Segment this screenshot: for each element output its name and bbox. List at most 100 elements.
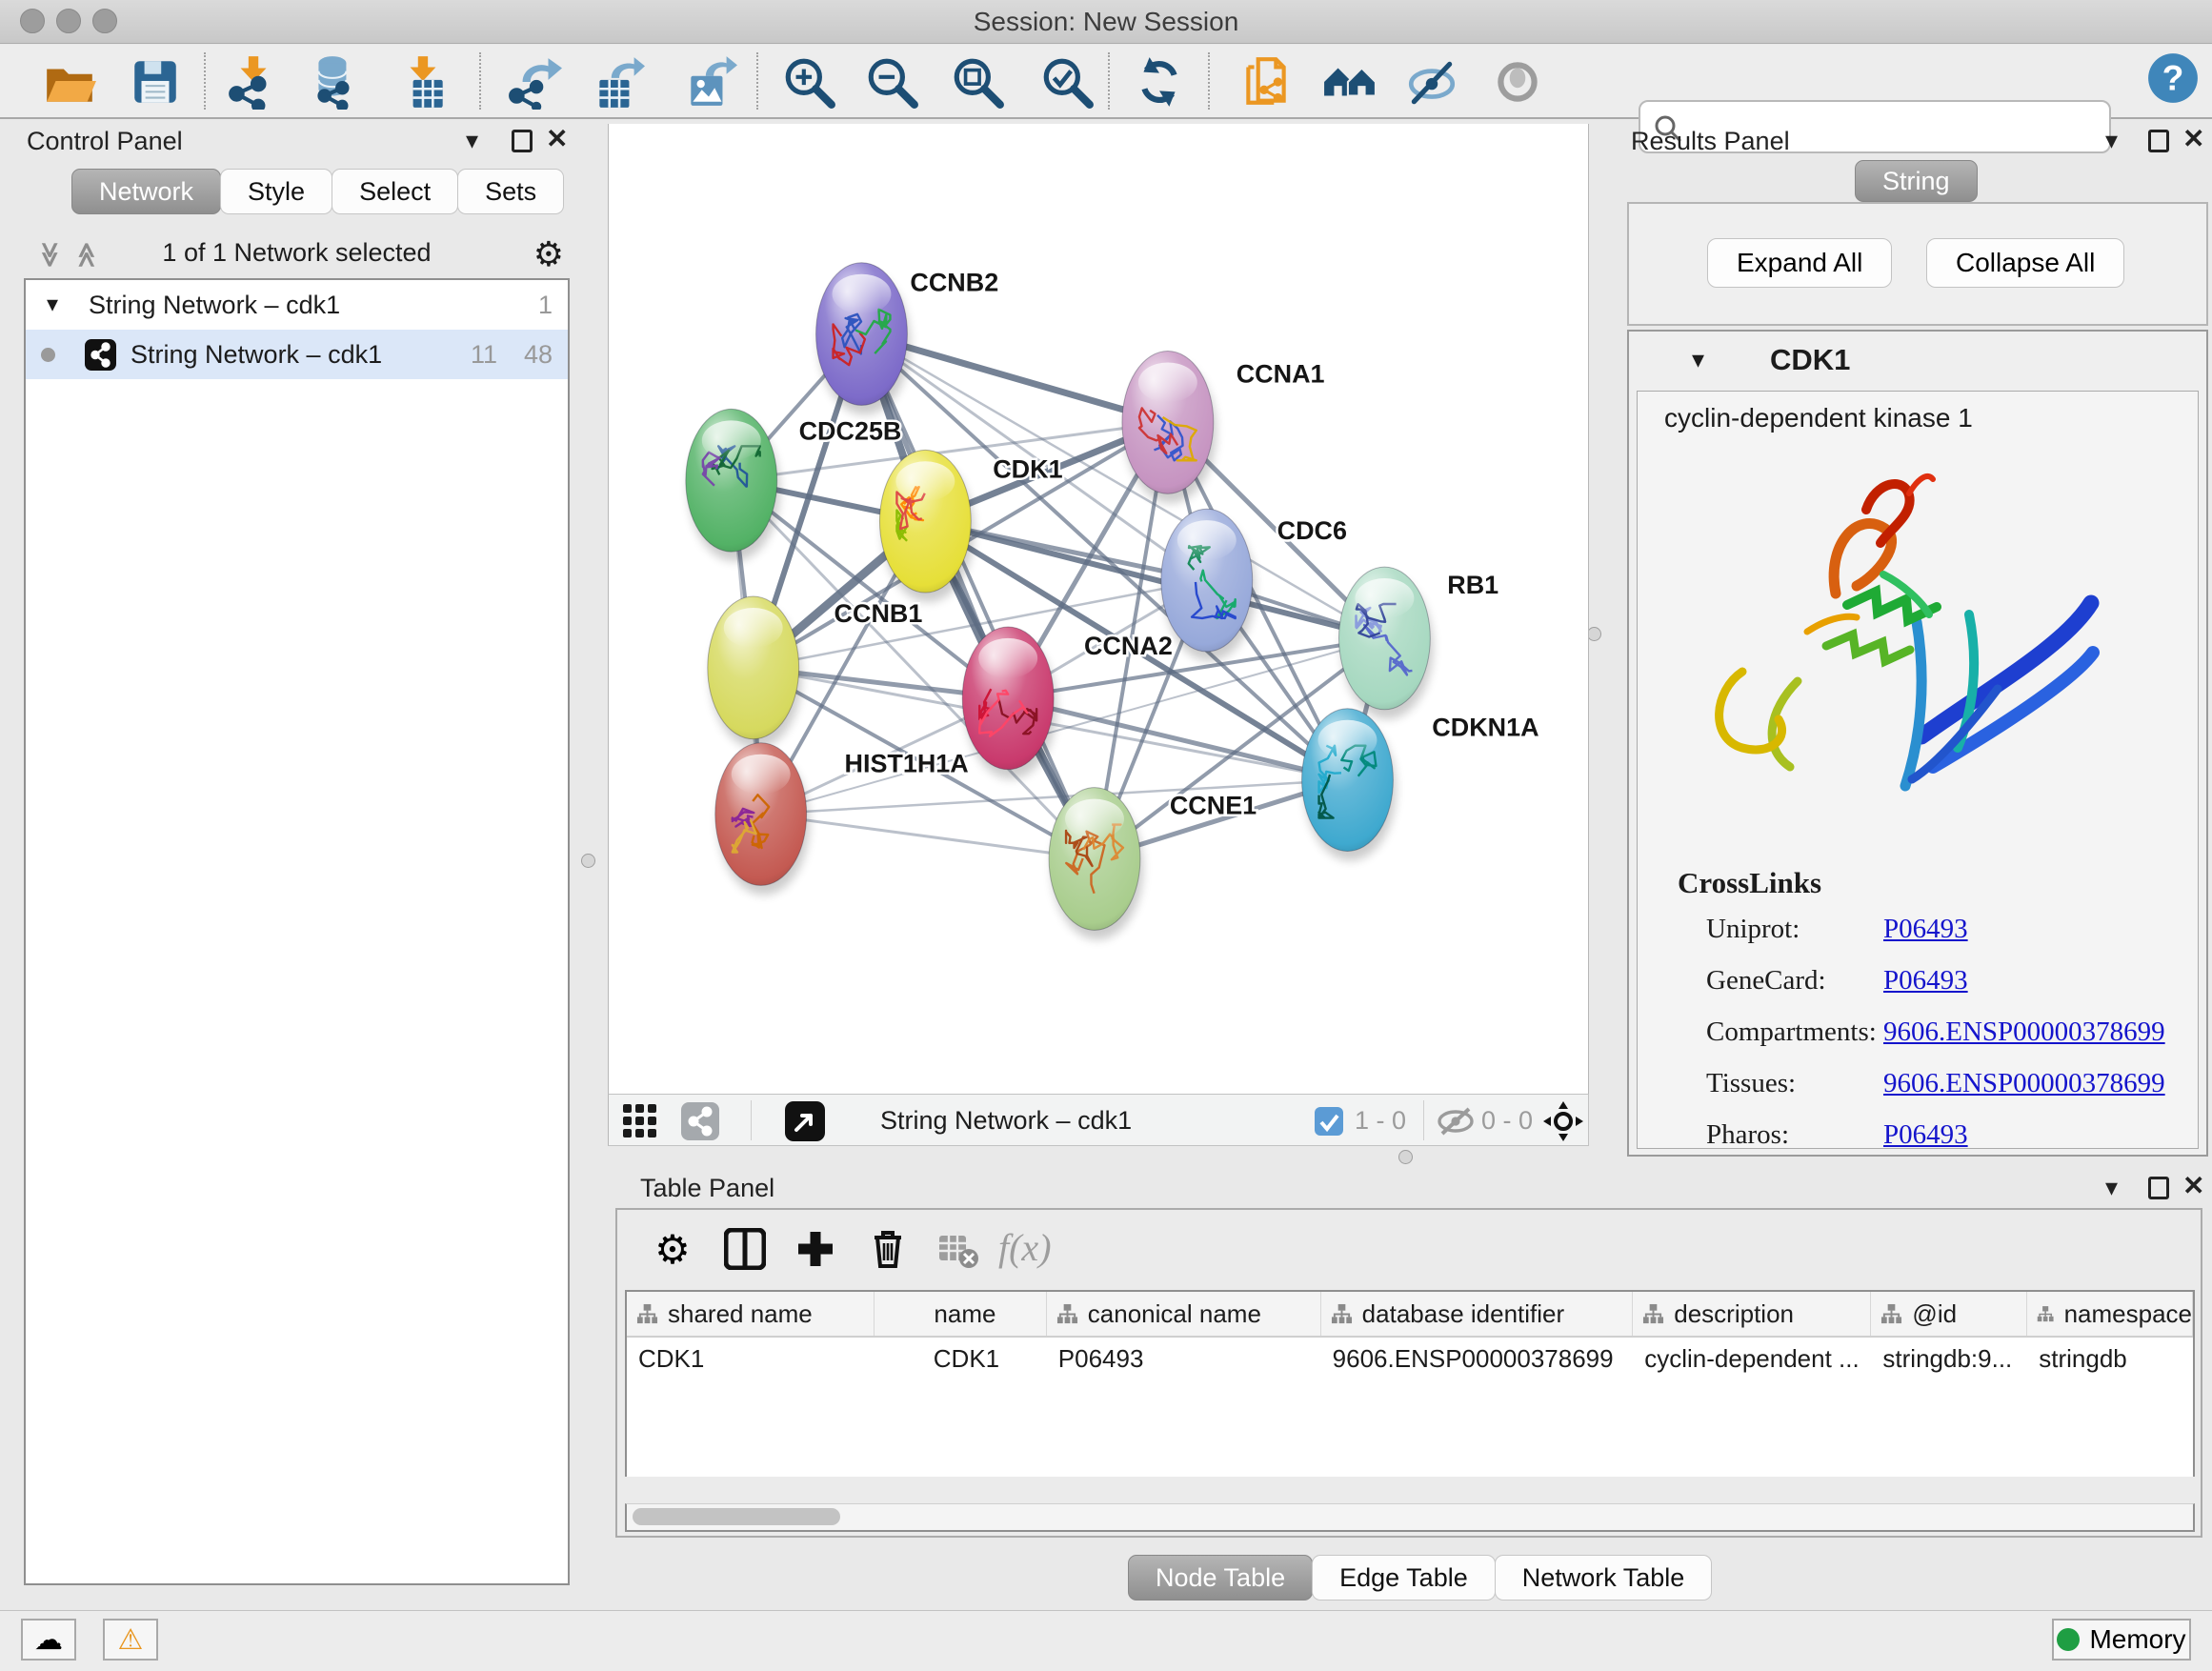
node-CDC25B[interactable]	[686, 409, 780, 561]
export-network-button[interactable]	[507, 54, 562, 110]
zoom-fit-button[interactable]	[950, 54, 1005, 110]
network-row-selected[interactable]: String Network – cdk1 11 48	[26, 330, 568, 379]
column-header-shared-name[interactable]: shared name	[627, 1292, 875, 1336]
tab-network[interactable]: Network	[71, 169, 221, 214]
import-database-button[interactable]	[307, 54, 362, 110]
table-horizontal-scrollbar[interactable]	[625, 1503, 2195, 1532]
cell-shared-name[interactable]: CDK1	[627, 1338, 875, 1379]
function-builder-button[interactable]: f(x)	[998, 1225, 1048, 1275]
tab-select[interactable]: Select	[332, 169, 458, 214]
node-CCNB2[interactable]	[816, 263, 911, 415]
delete-table-button[interactable]	[934, 1225, 983, 1275]
birdseye-view-icon[interactable]	[785, 1101, 825, 1141]
table-panel-float-button[interactable]	[2148, 1177, 2169, 1199]
expand-all-button[interactable]: Expand All	[1707, 238, 1892, 288]
network-options-gear-icon[interactable]: ⚙	[533, 234, 564, 274]
save-session-button[interactable]	[128, 54, 183, 110]
cell-name[interactable]: CDK1	[875, 1338, 1047, 1379]
fit-content-crosshair-icon[interactable]	[1542, 1100, 1584, 1142]
export-image-button[interactable]	[682, 54, 737, 110]
window-zoom-button[interactable]	[92, 9, 117, 33]
hidden-eye-slash-icon[interactable]	[1436, 1107, 1476, 1136]
column-header-namespace[interactable]: namespace	[2027, 1292, 2193, 1336]
crosslink-link[interactable]: P06493	[1883, 914, 1968, 945]
delete-column-button[interactable]	[863, 1225, 913, 1275]
results-panel-collapse-button[interactable]: ▾	[2105, 126, 2118, 154]
open-session-button[interactable]	[42, 54, 97, 110]
cell-database-identifier[interactable]: 9606.ENSP00000378699	[1321, 1338, 1634, 1379]
scrollbar-thumb[interactable]	[633, 1508, 840, 1525]
node-CDKN1A[interactable]	[1302, 709, 1397, 861]
refresh-button[interactable]	[1132, 54, 1187, 110]
control-panel-float-button[interactable]	[512, 130, 533, 152]
column-header-canonical-name[interactable]: canonical name	[1047, 1292, 1321, 1336]
node-RB1[interactable]	[1339, 567, 1434, 719]
column-header-description[interactable]: description	[1633, 1292, 1871, 1336]
selected-checkbox-icon[interactable]	[1315, 1107, 1343, 1136]
tab-string[interactable]: String	[1855, 160, 1978, 202]
home-button[interactable]	[1322, 54, 1377, 110]
cell-@id[interactable]: stringdb:9...	[1871, 1338, 2027, 1379]
collapse-all-button[interactable]: Collapse All	[1926, 238, 2124, 288]
window-minimize-button[interactable]	[56, 9, 81, 33]
node-CCNA2[interactable]	[962, 627, 1056, 779]
network-share-button-icon[interactable]	[681, 1102, 719, 1140]
node-CDC6[interactable]	[1161, 509, 1256, 661]
control-panel-collapse-button[interactable]: ▾	[466, 126, 478, 154]
show-graphics-button[interactable]	[1490, 54, 1545, 110]
memory-button[interactable]: Memory	[2052, 1619, 2191, 1661]
control-panel-close-button[interactable]: ✕	[546, 125, 568, 153]
import-network-icon	[225, 54, 280, 110]
tab-sets[interactable]: Sets	[457, 169, 564, 214]
hide-unhide-button[interactable]	[1404, 54, 1459, 110]
bottom-splitter-handle[interactable]	[1398, 1150, 1413, 1164]
column-header-@id[interactable]: @id	[1871, 1292, 2027, 1336]
import-network-button[interactable]	[225, 54, 280, 110]
add-column-button[interactable]	[791, 1225, 840, 1275]
window-close-button[interactable]	[20, 9, 45, 33]
zoom-out-button[interactable]	[864, 54, 919, 110]
right-splitter-handle[interactable]	[1587, 627, 1601, 641]
cell-namespace[interactable]: stringdb	[2027, 1338, 2193, 1379]
grid-view-icon[interactable]	[622, 1103, 658, 1139]
table-panel-collapse-button[interactable]: ▾	[2105, 1173, 2118, 1201]
annotations-button[interactable]	[1238, 54, 1294, 110]
entry-expander-icon[interactable]: ▾	[1692, 345, 1704, 374]
crosslink-link[interactable]: P06493	[1883, 1119, 1968, 1151]
table-panel-close-button[interactable]: ✕	[2182, 1172, 2204, 1200]
crosslink-link[interactable]: 9606.ENSP00000378699	[1883, 1068, 2165, 1099]
crosslink-link[interactable]: P06493	[1883, 965, 1968, 997]
node-CCNE1[interactable]	[1049, 788, 1143, 940]
warnings-button[interactable]: ⚠	[103, 1619, 158, 1661]
help-button[interactable]: ?	[2145, 50, 2201, 106]
network-canvas[interactable]: CCNB2CCNA1CDC25BCDK1CDC6RB1CCNB1CCNA2CDK…	[608, 124, 1589, 1094]
table-row[interactable]: CDK1CDK1P064939606.ENSP00000378699cyclin…	[627, 1338, 2193, 1379]
network-collection-row[interactable]: ▾ String Network – cdk1 1	[26, 280, 568, 330]
crosslink-link[interactable]: 9606.ENSP00000378699	[1883, 1017, 2165, 1048]
tab-network-table[interactable]: Network Table	[1495, 1555, 1713, 1601]
edge-CCNB2-CCNE1[interactable]	[861, 334, 1095, 859]
tab-edge-table[interactable]: Edge Table	[1312, 1555, 1496, 1601]
zoom-selected-button[interactable]	[1039, 54, 1095, 110]
tab-node-table[interactable]: Node Table	[1128, 1555, 1313, 1601]
tree-expander-icon[interactable]: ▾	[47, 280, 58, 330]
string-network-graph[interactable]: CCNB2CCNA1CDC25BCDK1CDC6RB1CCNB1CCNA2CDK…	[609, 124, 1588, 1092]
show-columns-button[interactable]	[720, 1225, 770, 1275]
left-splitter-handle[interactable]	[581, 854, 595, 868]
node-HIST1H1A[interactable]	[715, 743, 810, 896]
cloud-button[interactable]: ☁	[21, 1619, 76, 1661]
table-options-gear-button[interactable]: ⚙	[648, 1225, 697, 1275]
edge-HIST1H1A-CCNE1[interactable]	[761, 815, 1095, 859]
column-header-database-identifier[interactable]: database identifier	[1321, 1292, 1634, 1336]
results-panel-float-button[interactable]	[2148, 130, 2169, 152]
cell-description[interactable]: cyclin-dependent ...	[1633, 1338, 1871, 1379]
cell-canonical-name[interactable]: P06493	[1047, 1338, 1321, 1379]
tab-style[interactable]: Style	[220, 169, 332, 214]
column-header-name[interactable]: name	[875, 1292, 1047, 1336]
node-CCNB1[interactable]	[708, 596, 802, 749]
results-entry-box: ▾ CDK1 cyclin-dependent kinase 1 Cros	[1627, 330, 2208, 1157]
export-table-button[interactable]	[590, 54, 645, 110]
zoom-in-button[interactable]	[781, 54, 836, 110]
import-table-button[interactable]	[396, 54, 452, 110]
results-panel-close-button[interactable]: ✕	[2182, 125, 2204, 153]
